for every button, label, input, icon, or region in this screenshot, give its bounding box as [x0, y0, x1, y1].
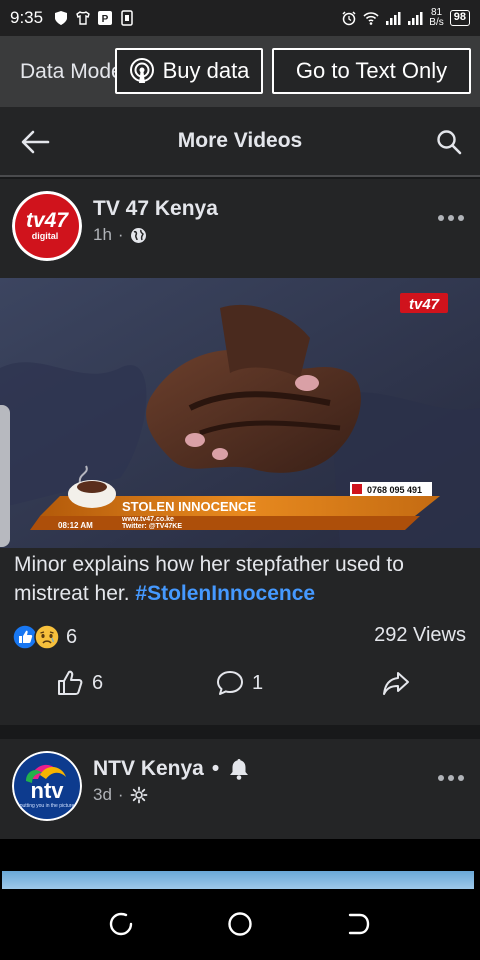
video-frame: tv47 0768 095 491 STOLEN INNOCENCE www.t…: [0, 278, 480, 548]
dot: [438, 775, 444, 781]
comment-count: 1: [252, 671, 264, 694]
share-icon: [383, 672, 409, 695]
home-icon[interactable]: [227, 911, 253, 937]
post-author-name[interactable]: NTV Kenya •: [93, 757, 251, 781]
video-twitter: Twitter: @TV47KE: [122, 523, 182, 530]
post-author-name[interactable]: TV 47 Kenya: [93, 197, 218, 221]
video-lower-third-title: STOLEN INNOCENCE: [122, 499, 256, 514]
ntv-logo-icon: ntv putting you in the picture: [12, 751, 82, 821]
status-notification-icons: P: [53, 10, 135, 26]
wifi-icon: [363, 12, 379, 25]
views-count: 292 Views: [374, 624, 466, 646]
status-bar: 9:35 P 81 B/s 98: [0, 0, 480, 36]
video-logo: tv47: [409, 296, 440, 313]
post-action-bar: 6 1: [0, 669, 480, 705]
dot: [448, 215, 454, 221]
sim-icon: [121, 10, 133, 26]
text-only-label: Go to Text Only: [295, 58, 448, 83]
svg-text:tv47: tv47: [26, 209, 69, 232]
tv47-logo-icon: tv47 digital: [12, 191, 82, 261]
post-caption: Minor explains how her stepfather used t…: [14, 550, 470, 608]
video-post: tv47 digital TV 47 Kenya 1h · tv47 0768 …: [0, 179, 480, 725]
post-meta: 3d ·: [93, 785, 148, 805]
system-navigation-bar: [0, 889, 480, 960]
gear-icon: [130, 786, 147, 804]
avatar[interactable]: tv47 digital: [12, 191, 82, 261]
network-speed-unit: B/s: [429, 17, 444, 28]
dot: [458, 775, 464, 781]
globe-icon: [130, 227, 146, 243]
dot: [448, 775, 454, 781]
signal-icon: [386, 12, 401, 25]
ntv-tagline: putting you in the picture: [20, 803, 75, 809]
ntv-logo-text: ntv: [31, 778, 65, 803]
page-header: More Videos: [0, 107, 480, 177]
page-title: More Videos: [177, 129, 303, 152]
name-separator: •: [211, 757, 220, 780]
dot: [438, 215, 444, 221]
video-preview: [2, 871, 474, 889]
recent-apps-icon[interactable]: [108, 911, 134, 937]
broadcast-icon: [129, 58, 154, 83]
data-mode-label: Data Mode: [20, 60, 116, 83]
reaction-summary[interactable]: 6: [12, 624, 77, 650]
svg-text:digital: digital: [32, 231, 59, 241]
search-icon[interactable]: [436, 129, 462, 155]
post-meta: 1h ·: [93, 225, 147, 245]
like-button[interactable]: 6: [56, 669, 103, 697]
video-clock: 08:12 AM: [58, 521, 93, 530]
alarm-icon: [342, 11, 356, 26]
video-website: www.tv47.co.ke: [121, 516, 174, 523]
buy-data-button[interactable]: Buy data: [115, 48, 263, 94]
thumbs-up-icon: [58, 670, 83, 695]
buy-data-label: Buy data: [162, 58, 250, 83]
status-time: 9:35: [10, 8, 44, 27]
video-player[interactable]: [0, 839, 480, 889]
avatar[interactable]: ntv putting you in the picture: [12, 751, 82, 821]
back-icon[interactable]: [346, 911, 372, 937]
post-author-label: TV 47 Kenya: [93, 197, 218, 220]
back-arrow-icon[interactable]: [20, 129, 50, 155]
post-time: 3d: [93, 785, 112, 804]
reaction-count: 6: [66, 625, 78, 648]
edge-panel-handle[interactable]: [0, 405, 10, 547]
more-options-button[interactable]: [438, 215, 466, 225]
comment-button[interactable]: 1: [216, 669, 263, 697]
battery-indicator: 98: [449, 10, 470, 26]
post-time: 1h: [93, 225, 112, 244]
post-author-label: NTV Kenya: [93, 757, 204, 780]
share-button[interactable]: [382, 669, 410, 697]
meta-dot: ·: [117, 785, 124, 804]
like-count: 6: [92, 671, 104, 694]
hashtag-link[interactable]: #StolenInnocence: [135, 582, 315, 605]
sad-reaction-icon: [34, 624, 60, 650]
video-post: ntv putting you in the picture NTV Kenya…: [0, 739, 480, 889]
video-phone: 0768 095 491: [367, 485, 422, 495]
shield-icon: [55, 11, 68, 25]
signal-icon-2: [408, 12, 423, 25]
meta-dot: ·: [117, 225, 124, 244]
dot: [458, 215, 464, 221]
bell-icon: [230, 759, 249, 780]
shirt-icon: [76, 11, 90, 25]
status-system-icons: 81 B/s 98: [341, 8, 470, 28]
network-speed: 81 B/s: [429, 8, 443, 28]
video-player[interactable]: tv47 0768 095 491 STOLEN INNOCENCE www.t…: [0, 278, 480, 548]
comment-icon: [217, 671, 243, 695]
parking-icon: P: [98, 11, 113, 25]
more-options-button[interactable]: [438, 775, 466, 785]
data-mode-bar: Data Mode Buy data Go to Text Only: [0, 36, 480, 107]
text-only-button[interactable]: Go to Text Only: [272, 48, 471, 94]
svg-text:P: P: [102, 14, 109, 25]
